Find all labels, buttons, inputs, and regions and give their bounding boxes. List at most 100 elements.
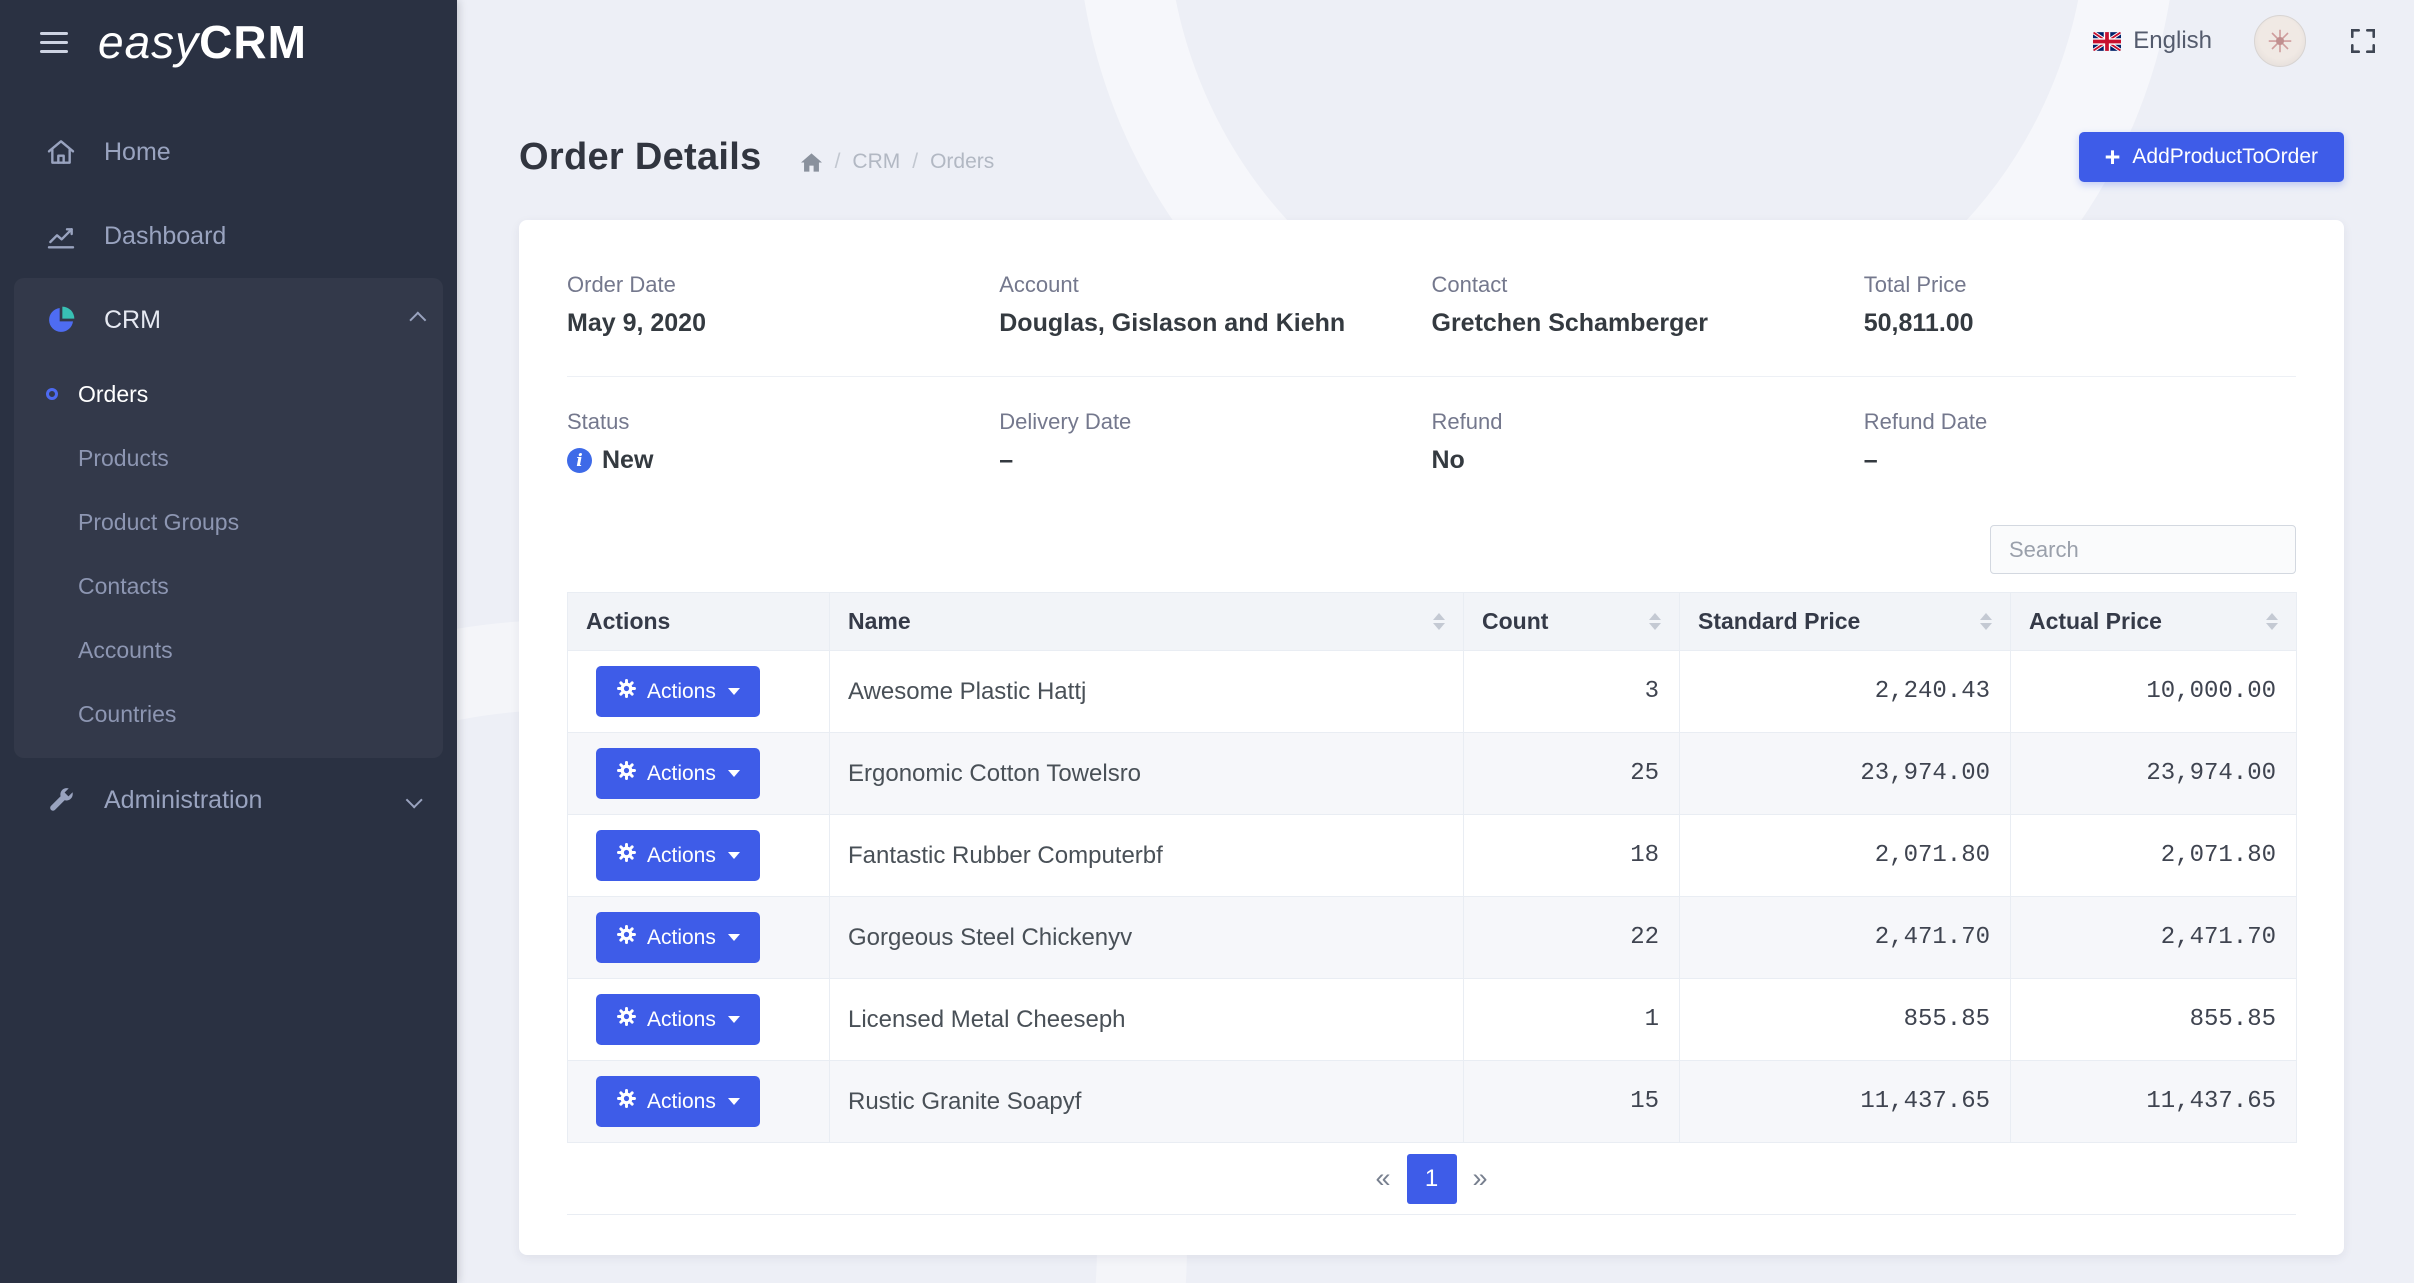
caret-down-icon [728,934,740,941]
header-label: Standard Price [1698,608,1860,635]
standard-price-cell: 23,974.00 [1680,733,2011,815]
breadcrumb: / CRM / Orders [800,150,995,174]
field-label: Contact [1432,272,1864,298]
actions-button-label: Actions [647,926,716,950]
count-cell: 3 [1464,651,1680,733]
pagination: « 1 » [567,1143,2296,1215]
actual-price-cell: 2,471.70 [2011,897,2297,979]
field-label: Status [567,409,999,435]
add-product-to-order-button[interactable]: + AddProductToOrder [2079,132,2344,182]
add-button-label: AddProductToOrder [2132,145,2318,169]
caret-down-icon [728,770,740,777]
field-value: 50,811.00 [1864,309,2296,338]
actual-price-cell: 2,071.80 [2011,815,2297,897]
field-value: – [999,446,1431,475]
field-account: Account Douglas, Gislason and Kiehn [999,272,1431,338]
sidebar-item-orders[interactable]: Orders [14,362,443,426]
pagination-prev[interactable]: « [1375,1163,1390,1194]
order-products-table: Actions Name Count Standard Price Actual… [567,592,2297,1143]
header-name[interactable]: Name [830,593,1464,651]
caret-down-icon [728,688,740,695]
sidebar-item-accounts[interactable]: Accounts [14,618,443,682]
row-actions-button[interactable]: Actions [596,748,760,799]
count-cell: 15 [1464,1061,1680,1143]
product-name-cell: Gorgeous Steel Chickenyv [830,897,1464,979]
fullscreen-icon[interactable] [2348,26,2378,56]
sidebar-item-administration[interactable]: Administration [0,758,457,842]
caret-down-icon [728,852,740,859]
product-name-cell: Fantastic Rubber Computerbf [830,815,1464,897]
pagination-page-1[interactable]: 1 [1407,1154,1457,1204]
table-row: Actions Ergonomic Cotton Towelsro 25 23,… [568,733,2297,815]
search-input[interactable] [1990,525,2296,574]
content-region: English Order Details / CRM / O [457,0,2414,1283]
sort-icon[interactable] [2266,613,2278,630]
main-content: Order Details / CRM / Orders + AddProduc… [457,82,2414,1255]
search-row [567,525,2296,574]
sort-icon[interactable] [1649,613,1661,630]
count-cell: 22 [1464,897,1680,979]
info-icon[interactable]: i [567,448,592,473]
row-actions-button[interactable]: Actions [596,666,760,717]
active-bullet-icon [46,388,58,400]
order-fields-row1: Order Date May 9, 2020 Account Douglas, … [567,272,2296,377]
table-row: Actions Rustic Granite Soapyf 15 11,437.… [568,1061,2297,1143]
uk-flag-icon [2093,32,2121,51]
table-header-row: Actions Name Count Standard Price Actual… [568,593,2297,651]
actions-button-label: Actions [647,680,716,704]
breadcrumb-separator: / [912,150,918,174]
sidebar-item-label: CRM [104,306,161,335]
sort-icon[interactable] [1980,613,1992,630]
field-label: Delivery Date [999,409,1431,435]
sidebar-item-countries[interactable]: Countries [14,682,443,746]
avatar[interactable] [2254,15,2306,67]
sidebar-item-label: Dashboard [104,222,226,251]
header-label: Actual Price [2029,608,2162,635]
sub-item-label: Contacts [78,573,169,600]
order-details-card: Order Date May 9, 2020 Account Douglas, … [519,220,2344,1255]
menu-toggle-icon[interactable] [40,32,68,53]
header-actual-price[interactable]: Actual Price [2011,593,2297,651]
row-actions-button[interactable]: Actions [596,830,760,881]
brand-crm: CRM [199,16,307,68]
field-status: Status i New [567,409,999,475]
sub-item-label: Countries [78,701,176,728]
home-icon [44,135,78,169]
sidebar-item-crm[interactable]: CRM [14,278,443,362]
chevron-up-icon [409,312,426,329]
field-contact: Contact Gretchen Schamberger [1432,272,1864,338]
avatar-ornament [2265,26,2295,56]
sidebar-item-dashboard[interactable]: Dashboard [0,194,457,278]
field-value: May 9, 2020 [567,309,999,338]
sort-icon[interactable] [1433,613,1445,630]
breadcrumb-home-icon[interactable] [800,152,823,173]
actions-button-label: Actions [647,1090,716,1114]
sidebar-item-products[interactable]: Products [14,426,443,490]
table-row: Actions Fantastic Rubber Computerbf 18 2… [568,815,2297,897]
gear-icon [616,1006,637,1033]
header-standard-price[interactable]: Standard Price [1680,593,2011,651]
field-total-price: Total Price 50,811.00 [1864,272,2296,338]
breadcrumb-orders[interactable]: Orders [930,150,994,174]
pagination-next[interactable]: » [1473,1163,1488,1194]
dashboard-icon [44,219,78,253]
product-name-cell: Rustic Granite Soapyf [830,1061,1464,1143]
caret-down-icon [728,1016,740,1023]
brand-logo[interactable]: easyCRM [98,19,307,65]
brand-easy: easy [98,16,199,68]
standard-price-cell: 2,240.43 [1680,651,2011,733]
row-actions-button[interactable]: Actions [596,1076,760,1127]
sidebar-menu: Home Dashboard CRM Orders [0,110,457,842]
header-count[interactable]: Count [1464,593,1680,651]
breadcrumb-crm[interactable]: CRM [852,150,900,174]
row-actions-button[interactable]: Actions [596,994,760,1045]
plus-icon: + [2105,144,2121,171]
count-cell: 1 [1464,979,1680,1061]
row-actions-button[interactable]: Actions [596,912,760,963]
actions-button-label: Actions [647,1008,716,1032]
sidebar-item-home[interactable]: Home [0,110,457,194]
sidebar-item-product-groups[interactable]: Product Groups [14,490,443,554]
product-name-cell: Ergonomic Cotton Towelsro [830,733,1464,815]
sidebar-item-contacts[interactable]: Contacts [14,554,443,618]
language-selector[interactable]: English [2093,27,2212,55]
